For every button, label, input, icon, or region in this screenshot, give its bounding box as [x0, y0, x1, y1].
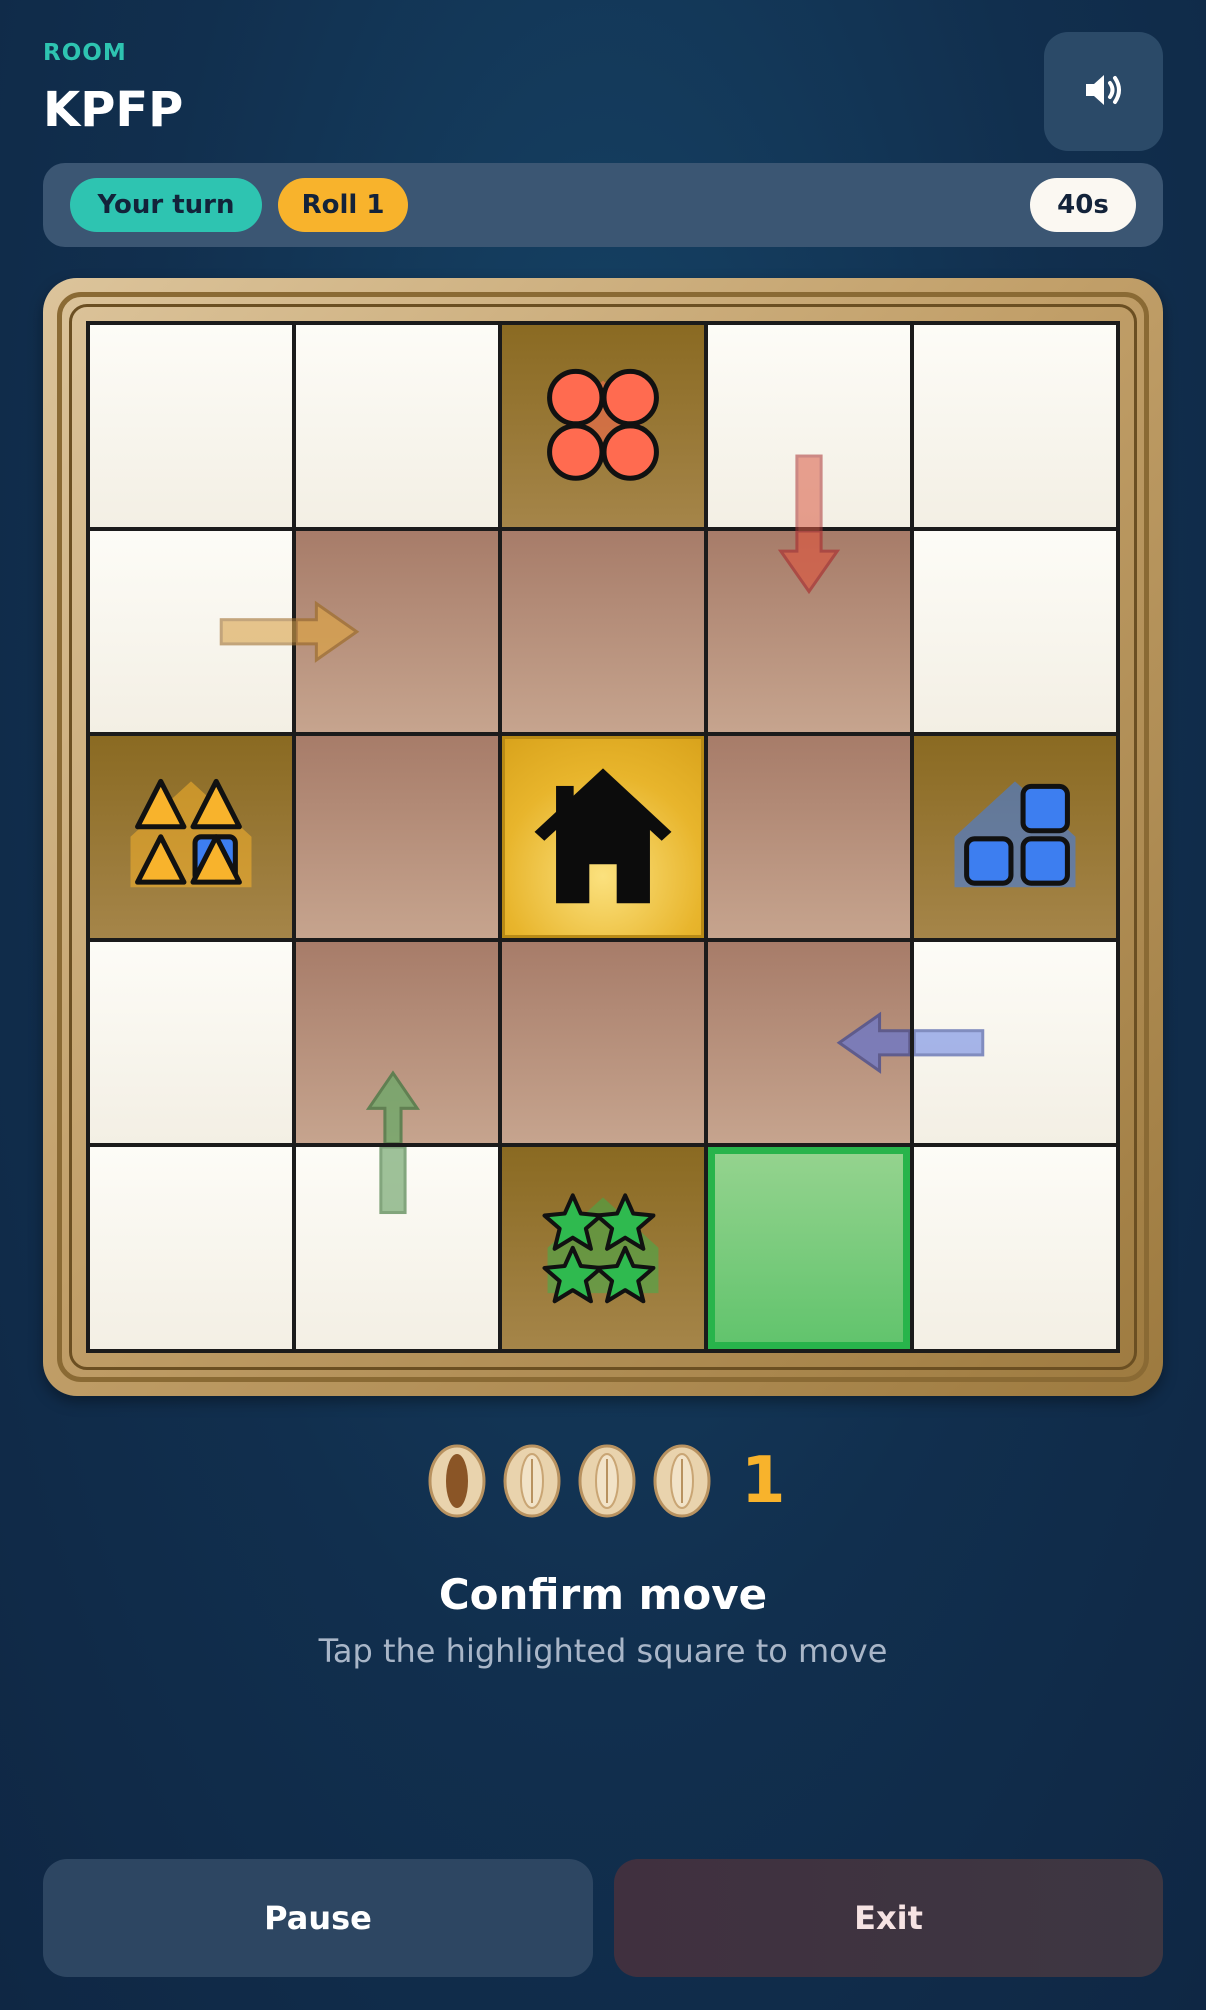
timer-badge: 40s [1030, 178, 1136, 232]
blue-pieces[interactable] [914, 736, 1116, 938]
board-cell-r1c3[interactable] [708, 530, 910, 733]
board-cell-r0c1[interactable] [296, 325, 498, 527]
shell-die-up [653, 1444, 711, 1518]
board-cell-r2c0[interactable] [90, 736, 292, 938]
turn-badge: Your turn [70, 178, 262, 232]
red-pieces[interactable] [502, 325, 704, 527]
dice-row: 1 [427, 1442, 786, 1520]
game-board [86, 321, 1120, 1353]
board-cell-home[interactable] [502, 736, 704, 938]
board-cell-r1c1[interactable] [296, 530, 498, 733]
board-cell-r0c4[interactable] [914, 325, 1116, 527]
board-cell-r1c4[interactable] [914, 530, 1116, 733]
speaker-icon [1082, 68, 1126, 116]
arrow-left-tail-icon [914, 1028, 985, 1057]
board-cell-r1c0[interactable] [90, 530, 304, 733]
board-cell-r2c3[interactable] [708, 736, 910, 938]
board-cell-r3c3[interactable] [708, 941, 910, 1144]
board-cell-r3c1[interactable] [296, 941, 498, 1144]
board-cell-r1c2[interactable] [502, 530, 704, 733]
green-pieces[interactable] [502, 1147, 704, 1349]
board-cell-r2c4[interactable] [914, 736, 1116, 938]
board-cell-r2c1[interactable] [296, 736, 498, 938]
arrow-right-icon [219, 617, 304, 645]
message-subtitle: Tap the highlighted square to move [318, 1632, 888, 1670]
board-cell-highlighted[interactable] [708, 1147, 910, 1349]
board-cell-r3c4[interactable] [914, 941, 1116, 1144]
roll-badge: Roll 1 [278, 178, 408, 232]
board-frame [43, 278, 1163, 1396]
arrow-up-head-icon [365, 1070, 421, 1144]
roll-value: 1 [741, 1444, 786, 1518]
board-cell-r4c4[interactable] [914, 1147, 1116, 1349]
message-title: Confirm move [438, 1570, 768, 1619]
arrow-down-head-icon [777, 530, 841, 594]
shell-die-down [428, 1444, 486, 1518]
room-code: KPFP [43, 82, 184, 138]
board-cell-r4c1[interactable] [296, 1147, 498, 1349]
sound-button[interactable] [1044, 32, 1163, 151]
pause-button[interactable]: Pause [43, 1859, 593, 1977]
status-bar: Your turn Roll 1 40s [43, 163, 1163, 247]
arrow-up-tail-icon [379, 1147, 407, 1215]
board-cell-r4c2[interactable] [502, 1147, 704, 1349]
board-cell-r3c0[interactable] [90, 941, 292, 1144]
arrow-right-head-icon [296, 600, 360, 663]
room-label: ROOM [43, 40, 127, 66]
board-cell-r0c0[interactable] [90, 325, 292, 527]
board-cell-r4c0[interactable] [90, 1147, 292, 1349]
exit-button[interactable]: Exit [614, 1859, 1163, 1977]
house-icon [534, 768, 672, 904]
shell-die-up [503, 1444, 561, 1518]
board-cell-r0c3[interactable] [708, 325, 910, 539]
yellow-pieces[interactable] [90, 736, 292, 938]
arrow-left-head-icon [836, 1011, 910, 1074]
arrow-down-icon [795, 454, 823, 539]
board-cell-r3c2[interactable] [502, 941, 704, 1144]
board-cell-r0c2[interactable] [502, 325, 704, 527]
shell-die-up [578, 1444, 636, 1518]
